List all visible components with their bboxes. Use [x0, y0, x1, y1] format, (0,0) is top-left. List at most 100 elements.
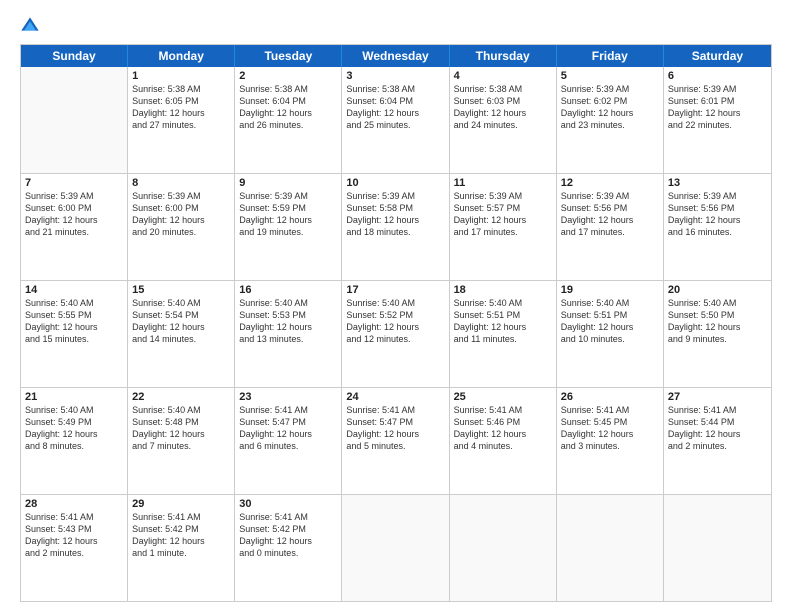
- calendar-body: 1Sunrise: 5:38 AM Sunset: 6:05 PM Daylig…: [21, 67, 771, 601]
- calendar-cell: 14Sunrise: 5:40 AM Sunset: 5:55 PM Dayli…: [21, 281, 128, 387]
- day-number: 11: [454, 177, 552, 189]
- calendar-cell: 12Sunrise: 5:39 AM Sunset: 5:56 PM Dayli…: [557, 174, 664, 280]
- calendar-cell: [557, 495, 664, 601]
- calendar-cell: 28Sunrise: 5:41 AM Sunset: 5:43 PM Dayli…: [21, 495, 128, 601]
- calendar-row: 14Sunrise: 5:40 AM Sunset: 5:55 PM Dayli…: [21, 280, 771, 387]
- cell-info: Sunrise: 5:39 AM Sunset: 5:58 PM Dayligh…: [346, 190, 444, 239]
- day-number: 3: [346, 70, 444, 82]
- weekday-header: Friday: [557, 45, 664, 67]
- cell-info: Sunrise: 5:41 AM Sunset: 5:47 PM Dayligh…: [239, 404, 337, 453]
- day-number: 24: [346, 391, 444, 403]
- calendar-cell: 1Sunrise: 5:38 AM Sunset: 6:05 PM Daylig…: [128, 67, 235, 173]
- day-number: 5: [561, 70, 659, 82]
- calendar-cell: 20Sunrise: 5:40 AM Sunset: 5:50 PM Dayli…: [664, 281, 771, 387]
- day-number: 6: [668, 70, 767, 82]
- day-number: 15: [132, 284, 230, 296]
- cell-info: Sunrise: 5:38 AM Sunset: 6:04 PM Dayligh…: [346, 83, 444, 132]
- cell-info: Sunrise: 5:40 AM Sunset: 5:51 PM Dayligh…: [561, 297, 659, 346]
- cell-info: Sunrise: 5:41 AM Sunset: 5:45 PM Dayligh…: [561, 404, 659, 453]
- calendar-cell: 2Sunrise: 5:38 AM Sunset: 6:04 PM Daylig…: [235, 67, 342, 173]
- cell-info: Sunrise: 5:39 AM Sunset: 6:01 PM Dayligh…: [668, 83, 767, 132]
- calendar-cell: 3Sunrise: 5:38 AM Sunset: 6:04 PM Daylig…: [342, 67, 449, 173]
- day-number: 4: [454, 70, 552, 82]
- page: SundayMondayTuesdayWednesdayThursdayFrid…: [0, 0, 792, 612]
- calendar-cell: 7Sunrise: 5:39 AM Sunset: 6:00 PM Daylig…: [21, 174, 128, 280]
- calendar-cell: 5Sunrise: 5:39 AM Sunset: 6:02 PM Daylig…: [557, 67, 664, 173]
- weekday-header: Thursday: [450, 45, 557, 67]
- cell-info: Sunrise: 5:39 AM Sunset: 6:02 PM Dayligh…: [561, 83, 659, 132]
- day-number: 22: [132, 391, 230, 403]
- cell-info: Sunrise: 5:38 AM Sunset: 6:05 PM Dayligh…: [132, 83, 230, 132]
- day-number: 28: [25, 498, 123, 510]
- calendar-row: 1Sunrise: 5:38 AM Sunset: 6:05 PM Daylig…: [21, 67, 771, 173]
- cell-info: Sunrise: 5:40 AM Sunset: 5:53 PM Dayligh…: [239, 297, 337, 346]
- day-number: 16: [239, 284, 337, 296]
- day-number: 21: [25, 391, 123, 403]
- calendar: SundayMondayTuesdayWednesdayThursdayFrid…: [20, 44, 772, 602]
- calendar-header: SundayMondayTuesdayWednesdayThursdayFrid…: [21, 45, 771, 67]
- day-number: 12: [561, 177, 659, 189]
- day-number: 10: [346, 177, 444, 189]
- cell-info: Sunrise: 5:41 AM Sunset: 5:44 PM Dayligh…: [668, 404, 767, 453]
- calendar-cell: 25Sunrise: 5:41 AM Sunset: 5:46 PM Dayli…: [450, 388, 557, 494]
- cell-info: Sunrise: 5:39 AM Sunset: 6:00 PM Dayligh…: [132, 190, 230, 239]
- calendar-cell: 11Sunrise: 5:39 AM Sunset: 5:57 PM Dayli…: [450, 174, 557, 280]
- calendar-cell: 26Sunrise: 5:41 AM Sunset: 5:45 PM Dayli…: [557, 388, 664, 494]
- calendar-cell: 17Sunrise: 5:40 AM Sunset: 5:52 PM Dayli…: [342, 281, 449, 387]
- cell-info: Sunrise: 5:39 AM Sunset: 5:56 PM Dayligh…: [561, 190, 659, 239]
- cell-info: Sunrise: 5:40 AM Sunset: 5:51 PM Dayligh…: [454, 297, 552, 346]
- calendar-cell: [342, 495, 449, 601]
- weekday-header: Sunday: [21, 45, 128, 67]
- day-number: 14: [25, 284, 123, 296]
- header: [20, 16, 772, 36]
- calendar-cell: 16Sunrise: 5:40 AM Sunset: 5:53 PM Dayli…: [235, 281, 342, 387]
- weekday-header: Wednesday: [342, 45, 449, 67]
- day-number: 25: [454, 391, 552, 403]
- cell-info: Sunrise: 5:38 AM Sunset: 6:03 PM Dayligh…: [454, 83, 552, 132]
- calendar-cell: [664, 495, 771, 601]
- day-number: 13: [668, 177, 767, 189]
- logo-icon: [20, 16, 40, 36]
- day-number: 2: [239, 70, 337, 82]
- day-number: 1: [132, 70, 230, 82]
- cell-info: Sunrise: 5:38 AM Sunset: 6:04 PM Dayligh…: [239, 83, 337, 132]
- cell-info: Sunrise: 5:40 AM Sunset: 5:55 PM Dayligh…: [25, 297, 123, 346]
- cell-info: Sunrise: 5:41 AM Sunset: 5:47 PM Dayligh…: [346, 404, 444, 453]
- cell-info: Sunrise: 5:40 AM Sunset: 5:52 PM Dayligh…: [346, 297, 444, 346]
- cell-info: Sunrise: 5:41 AM Sunset: 5:42 PM Dayligh…: [132, 511, 230, 560]
- calendar-cell: 24Sunrise: 5:41 AM Sunset: 5:47 PM Dayli…: [342, 388, 449, 494]
- cell-info: Sunrise: 5:41 AM Sunset: 5:42 PM Dayligh…: [239, 511, 337, 560]
- calendar-row: 7 Sunrise: 5:39 AM Sunset: 6:00 PM Daylig…: [21, 173, 771, 280]
- calendar-row: 21Sunrise: 5:40 AM Sunset: 5:49 PM Dayli…: [21, 387, 771, 494]
- calendar-cell: 18Sunrise: 5:40 AM Sunset: 5:51 PM Dayli…: [450, 281, 557, 387]
- weekday-header: Monday: [128, 45, 235, 67]
- calendar-cell: 9Sunrise: 5:39 AM Sunset: 5:59 PM Daylig…: [235, 174, 342, 280]
- day-number: 20: [668, 284, 767, 296]
- calendar-cell: 21Sunrise: 5:40 AM Sunset: 5:49 PM Dayli…: [21, 388, 128, 494]
- day-number: 29: [132, 498, 230, 510]
- day-number: 9: [239, 177, 337, 189]
- day-number: 17: [346, 284, 444, 296]
- calendar-cell: [21, 67, 128, 173]
- cell-info: Sunrise: 5:39 AM Sunset: 5:59 PM Dayligh…: [239, 190, 337, 239]
- calendar-cell: 8Sunrise: 5:39 AM Sunset: 6:00 PM Daylig…: [128, 174, 235, 280]
- cell-info: Sunrise: 5:41 AM Sunset: 5:46 PM Dayligh…: [454, 404, 552, 453]
- cell-info: Sunrise: 5:40 AM Sunset: 5:49 PM Dayligh…: [25, 404, 123, 453]
- calendar-cell: 4Sunrise: 5:38 AM Sunset: 6:03 PM Daylig…: [450, 67, 557, 173]
- cell-info: Sunrise: 5:39 AM Sunset: 5:57 PM Dayligh…: [454, 190, 552, 239]
- calendar-cell: 15Sunrise: 5:40 AM Sunset: 5:54 PM Dayli…: [128, 281, 235, 387]
- cell-info: Sunrise: 5:41 AM Sunset: 5:43 PM Dayligh…: [25, 511, 123, 560]
- cell-info: Sunrise: 5:40 AM Sunset: 5:48 PM Dayligh…: [132, 404, 230, 453]
- calendar-cell: 6Sunrise: 5:39 AM Sunset: 6:01 PM Daylig…: [664, 67, 771, 173]
- day-number: 7: [25, 177, 123, 189]
- cell-info: Sunrise: 5:40 AM Sunset: 5:54 PM Dayligh…: [132, 297, 230, 346]
- day-number: 26: [561, 391, 659, 403]
- weekday-header: Saturday: [664, 45, 771, 67]
- calendar-cell: 13Sunrise: 5:39 AM Sunset: 5:56 PM Dayli…: [664, 174, 771, 280]
- day-number: 8: [132, 177, 230, 189]
- day-number: 27: [668, 391, 767, 403]
- calendar-cell: 30Sunrise: 5:41 AM Sunset: 5:42 PM Dayli…: [235, 495, 342, 601]
- calendar-cell: 23Sunrise: 5:41 AM Sunset: 5:47 PM Dayli…: [235, 388, 342, 494]
- calendar-cell: 29Sunrise: 5:41 AM Sunset: 5:42 PM Dayli…: [128, 495, 235, 601]
- cell-info: Sunrise: 5:40 AM Sunset: 5:50 PM Dayligh…: [668, 297, 767, 346]
